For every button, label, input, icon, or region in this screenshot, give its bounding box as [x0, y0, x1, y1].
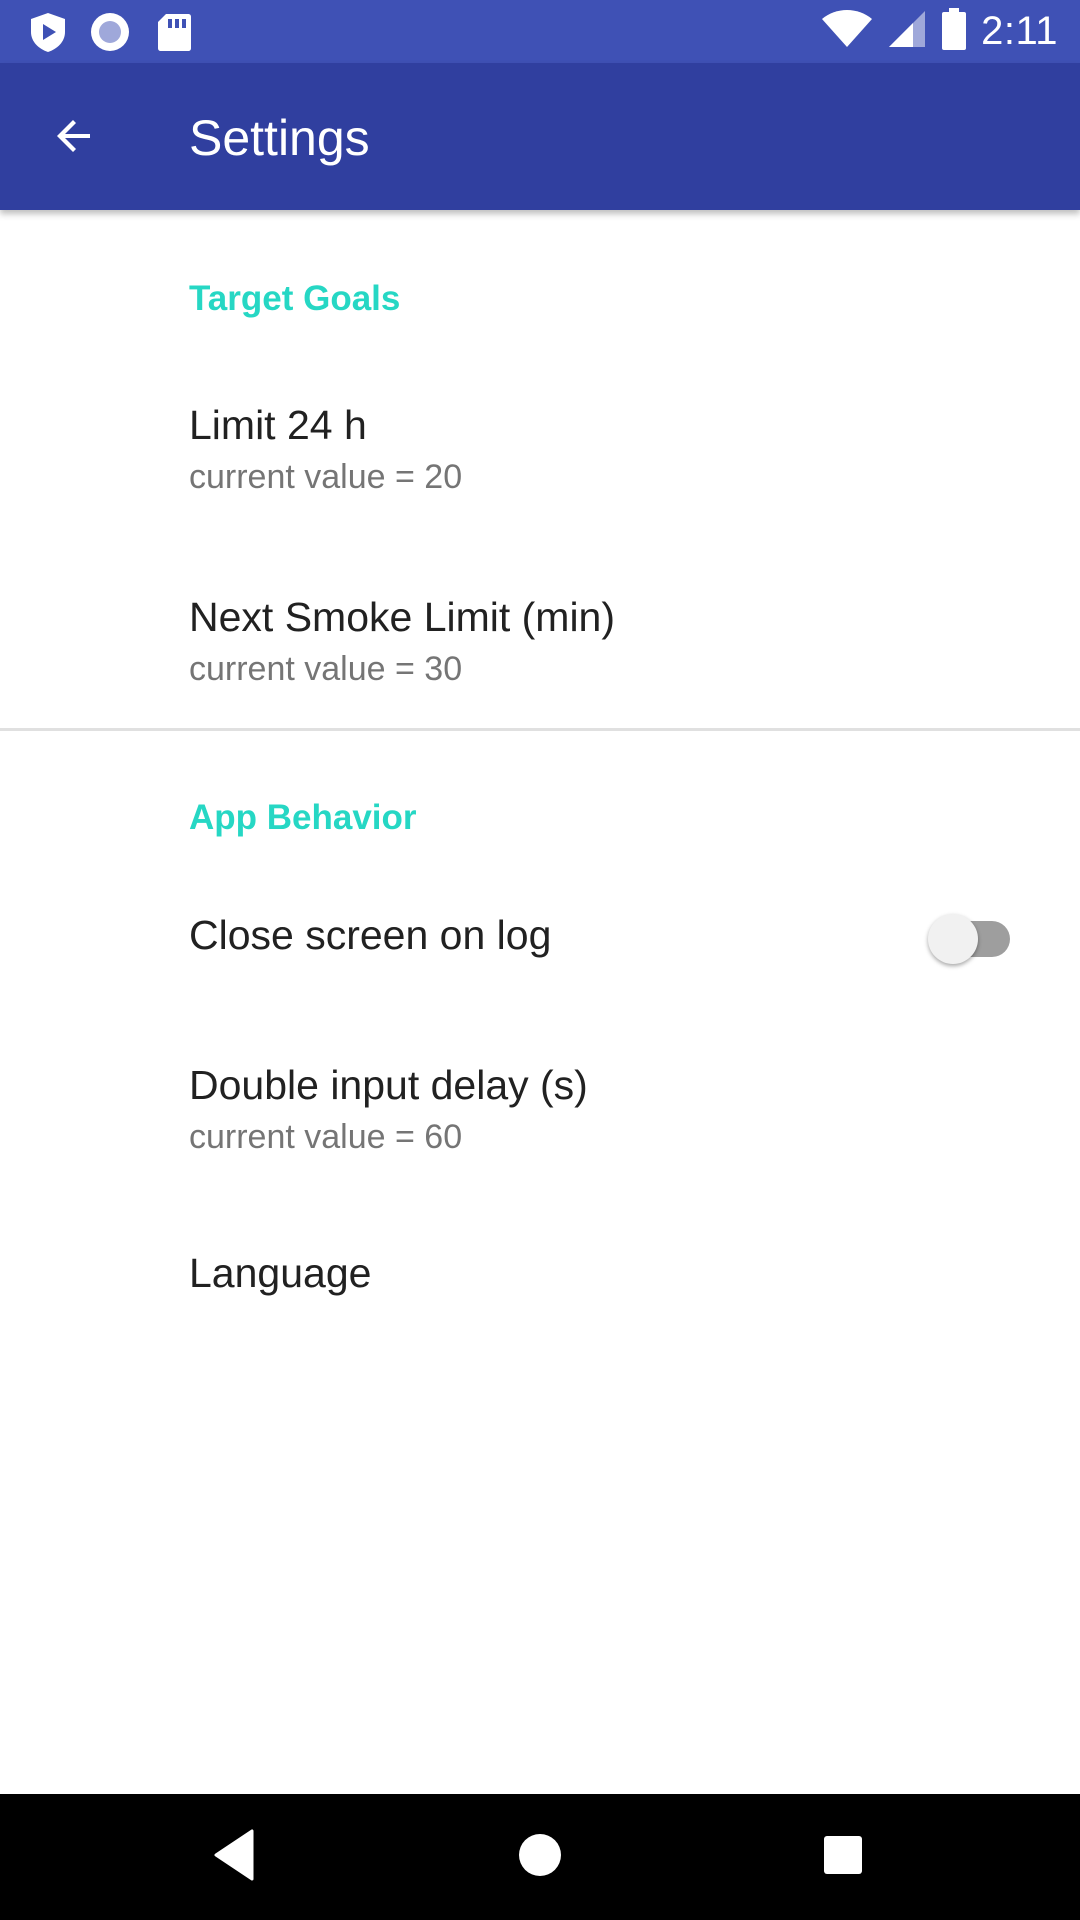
pref-title: Double input delay (s): [189, 1062, 588, 1108]
pref-double-input-delay[interactable]: Double input delay (s) current value = 6…: [0, 1040, 1080, 1190]
settings-screen: 2:11 Settings Target Goals Limit 24 h cu…: [0, 0, 1080, 1920]
play-shield-icon: [26, 10, 70, 54]
status-time: 2:11: [981, 9, 1058, 53]
record-icon: [88, 10, 132, 54]
app-bar: Settings: [0, 63, 1080, 210]
pref-next-smoke-limit[interactable]: Next Smoke Limit (min) current value = 3…: [0, 572, 1080, 722]
category-header-target-goals: Target Goals: [189, 279, 401, 318]
switch-thumb: [928, 914, 978, 964]
system-nav-bar: [0, 1794, 1080, 1920]
pref-summary: current value = 20: [189, 458, 463, 496]
pref-language[interactable]: Language: [0, 1228, 1080, 1348]
pref-title: Next Smoke Limit (min): [189, 594, 616, 640]
pref-close-screen-on-log[interactable]: Close screen on log: [0, 890, 1080, 1010]
pref-title: Limit 24 h: [189, 402, 367, 448]
nav-home-button[interactable]: [507, 1824, 573, 1890]
pref-summary: current value = 60: [189, 1118, 463, 1156]
sd-card-icon: [152, 10, 196, 54]
nav-recents-button[interactable]: [810, 1824, 876, 1890]
section-divider: [0, 728, 1080, 731]
back-button[interactable]: [30, 103, 118, 173]
recents-square-icon: [821, 1833, 865, 1882]
nav-back-button[interactable]: [203, 1824, 269, 1890]
home-circle-icon: [516, 1831, 564, 1884]
arrow-back-icon: [50, 112, 98, 165]
cell-signal-icon: [887, 9, 927, 54]
pref-title: Language: [189, 1250, 372, 1296]
status-bar: 2:11: [0, 0, 1080, 63]
pref-title: Close screen on log: [189, 912, 552, 958]
page-title: Settings: [189, 110, 370, 166]
status-right-area: 2:11: [821, 0, 1058, 63]
category-header-app-behavior: App Behavior: [189, 798, 417, 837]
wifi-icon: [821, 9, 873, 54]
back-triangle-icon: [212, 1829, 260, 1886]
pref-summary: current value = 30: [189, 650, 463, 688]
pref-limit-24h[interactable]: Limit 24 h current value = 20: [0, 380, 1080, 530]
battery-icon: [941, 8, 967, 55]
close-screen-switch[interactable]: [928, 904, 1010, 964]
